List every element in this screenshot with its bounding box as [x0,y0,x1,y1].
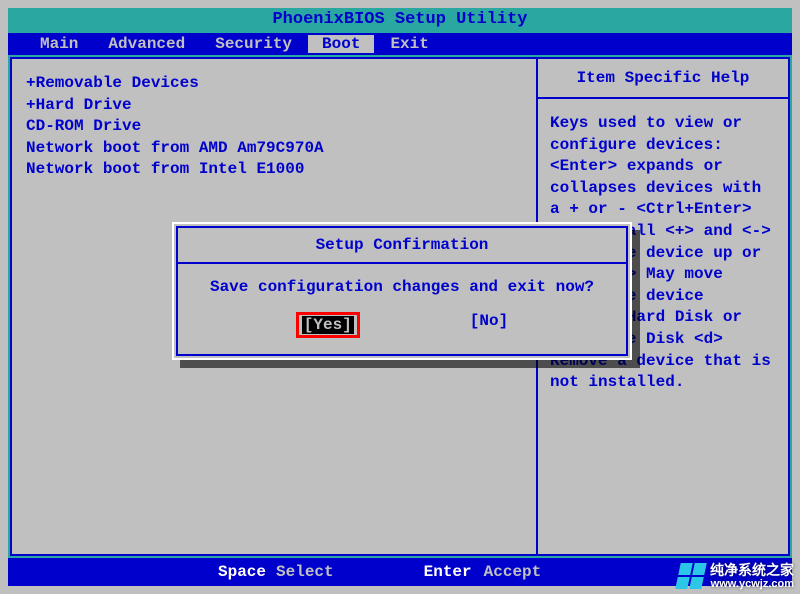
footer-bar: Space Select Enter Accept [8,558,792,586]
dialog-message: Save configuration changes and exit now? [178,264,626,300]
help-title: Item Specific Help [538,59,788,99]
confirmation-dialog: Setup Confirmation Save configuration ch… [172,222,632,360]
watermark-line2: www.ycwjz.com [710,578,794,590]
menu-exit[interactable]: Exit [376,35,442,53]
footer-key-space: Space [218,563,266,581]
no-button[interactable]: [No] [470,312,508,338]
yes-button[interactable]: [Yes] [302,316,354,334]
menu-security[interactable]: Security [201,35,306,53]
menu-advanced[interactable]: Advanced [94,35,199,53]
boot-item-removable[interactable]: +Removable Devices [26,73,528,95]
dialog-title: Setup Confirmation [178,228,626,264]
boot-list[interactable]: +Removable Devices +Hard Drive CD-ROM Dr… [26,73,528,181]
boot-item-net-intel[interactable]: Network boot from Intel E1000 [26,159,528,181]
yes-button-highlight: [Yes] [296,312,360,338]
watermark: 纯净系统之家 www.ycwjz.com [678,563,794,590]
boot-item-cdrom[interactable]: CD-ROM Drive [26,116,528,138]
watermark-line1: 纯净系统之家 [710,563,794,578]
footer-key-enter: Enter [424,563,472,581]
menu-bar: Main Advanced Security Boot Exit [8,33,792,55]
menu-boot[interactable]: Boot [308,35,374,53]
footer-label-accept: Accept [484,563,542,581]
app-title: PhoenixBIOS Setup Utility [8,8,792,33]
boot-item-net-amd[interactable]: Network boot from AMD Am79C970A [26,138,528,160]
menu-main[interactable]: Main [26,35,92,53]
boot-item-hard-drive[interactable]: +Hard Drive [26,95,528,117]
watermark-logo-icon [675,563,707,589]
footer-label-select: Select [276,563,334,581]
